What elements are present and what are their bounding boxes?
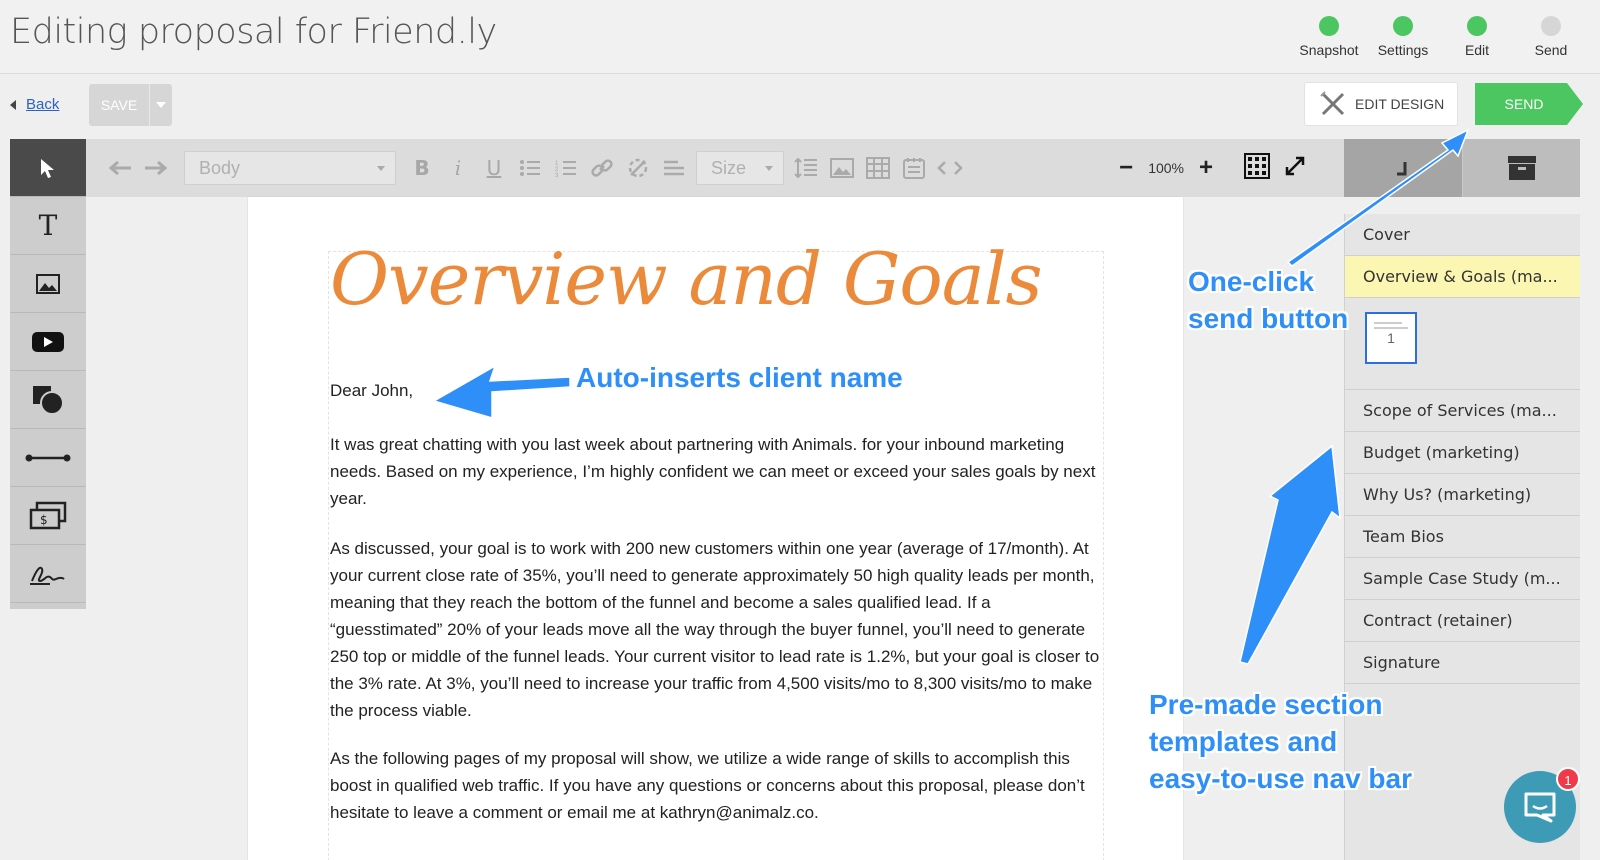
arrow-client-name — [432, 364, 571, 420]
chat-bubble-icon — [1524, 792, 1556, 823]
annotation-arrows — [432, 128, 1470, 665]
app: Editing proposal for Friend.ly Snapshot … — [0, 0, 1600, 860]
annotation-nav-line-1: Pre-made section — [1149, 689, 1383, 720]
arrow-send-button — [1286, 128, 1470, 267]
annotation-nav-line-2: templates and — [1149, 726, 1338, 757]
annotation-nav-line-3: easy-to-use nav bar — [1149, 763, 1412, 794]
arrow-nav-bar — [1239, 444, 1341, 665]
annotation-send-line-1: One-click — [1188, 266, 1315, 297]
notification-badge: 1 — [1556, 767, 1580, 791]
annotation-client-name: Auto-inserts client name — [576, 362, 903, 393]
annotation-send-line-2: send button — [1188, 303, 1349, 334]
